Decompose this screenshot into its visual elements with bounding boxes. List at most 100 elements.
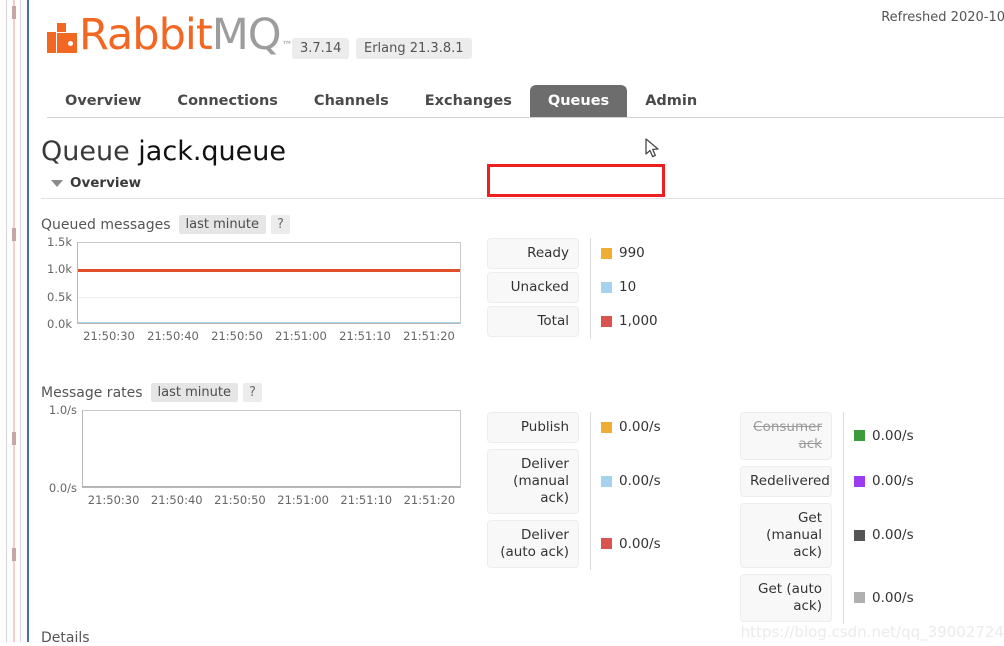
legend-row: Total 1,000 (487, 306, 658, 337)
message-rates-legend: Publish 0.00/s Deliver (manual ack) 0.00/s D… (487, 412, 997, 624)
page-title: Queue jack.queue (41, 136, 286, 167)
legend-row-value: 10 (601, 279, 636, 295)
chart-y-tick-label: 1.0/s (48, 403, 77, 417)
legend-row-label[interactable]: Redelivered (740, 466, 832, 497)
erlang-version-badge: Erlang 21.3.8.1 (356, 38, 472, 59)
queued-messages-range-chip[interactable]: last minute (178, 215, 266, 234)
legend-divider (590, 238, 591, 339)
legend-divider (590, 412, 591, 570)
legend-color-swatch (601, 281, 612, 293)
rabbitmq-logo[interactable]: Rabbit MQ ™ (47, 14, 293, 57)
overview-section-toggle[interactable]: Overview (51, 175, 141, 191)
legend-value-text: 0.00/s (619, 473, 661, 490)
legend-value-text: 10 (619, 279, 637, 296)
legend-color-swatch (854, 475, 865, 487)
logo-text-rabbit: Rabbit (79, 10, 213, 60)
legend-color-swatch (854, 430, 865, 442)
queued-messages-chart: 0.0k 0.5k 1.0k 1.5k 21:50:30 21:50:40 21:50:50… (41, 235, 461, 343)
legend-row-label[interactable]: Get (manual ack) (740, 503, 832, 568)
message-rates-help-icon[interactable]: ? (242, 383, 262, 402)
message-rates-range-chip[interactable]: last minute (150, 383, 238, 402)
legend-row-value: 0.00/s (854, 527, 914, 543)
edge-nub (12, 548, 16, 561)
legend-row-label[interactable]: Get (auto ack) (740, 574, 832, 622)
chart-gridline (78, 296, 460, 298)
legend-color-swatch (854, 592, 865, 604)
legend-row-label[interactable]: Unacked (487, 272, 579, 303)
main-navigation: Overview Connections Channels Exchanges Queu… (34, 78, 1004, 118)
legend-row-label[interactable]: Consumer ack (740, 412, 832, 460)
legend-value-text: 0.00/s (619, 419, 661, 436)
queued-messages-title: Queued messages (41, 216, 171, 233)
legend-color-swatch (854, 529, 865, 541)
legend-color-swatch (601, 475, 612, 487)
legend-row: Ready 990 (487, 238, 645, 269)
nav-tab-exchanges[interactable]: Exchanges (407, 85, 530, 119)
nav-tab-connections[interactable]: Connections (159, 85, 296, 119)
chart-x-tick-label: 21:50:50 (211, 329, 263, 343)
legend-row-label[interactable]: Ready (487, 238, 579, 269)
watermark: https://blog.csdn.net/qq_39002724 (740, 623, 1004, 641)
legend-row: Unacked 10 (487, 272, 636, 303)
browser-edge-strip (0, 0, 34, 642)
legend-divider (843, 412, 844, 624)
legend-value-text: 990 (619, 245, 645, 262)
chart-x-tick-label: 21:51:00 (275, 329, 327, 343)
legend-value-text: 0.00/s (619, 535, 661, 552)
app-header: Rabbit MQ ™ 3.7.14 Erlang 21.3.8.1 Refre… (34, 0, 1004, 78)
chart-x-tick-label: 21:50:30 (83, 329, 135, 343)
chart-series-line (83, 486, 460, 487)
legend-row: Publish 0.00/s (487, 412, 661, 443)
overview-divider (41, 198, 1004, 199)
chart-x-tick-label: 21:51:20 (403, 493, 456, 507)
legend-value-text: 0.00/s (872, 589, 914, 606)
legend-row: Get (manual ack) 0.00/s (740, 503, 914, 568)
nav-tab-channels[interactable]: Channels (296, 85, 407, 119)
nav-tab-admin[interactable]: Admin (627, 85, 715, 119)
legend-row: Get (auto ack) 0.00/s (740, 574, 914, 622)
nav-underline (47, 117, 1004, 118)
logo-trademark: ™ (281, 39, 293, 52)
chart-plot-area (82, 410, 461, 488)
refreshed-timestamp: Refreshed 2020-10 (881, 10, 1004, 25)
page-root: Rabbit MQ ™ 3.7.14 Erlang 21.3.8.1 Refre… (34, 0, 1004, 646)
chart-x-tick-label: 21:51:10 (340, 493, 393, 507)
chart-y-tick-label: 0.0k (47, 317, 72, 331)
mouse-cursor (645, 138, 661, 160)
legend-row-value: 0.00/s (854, 473, 914, 489)
chart-x-tick-label: 21:50:50 (214, 493, 266, 507)
chart-y-tick-label: 0.5k (47, 289, 72, 304)
queued-messages-help-icon[interactable]: ? (270, 215, 290, 234)
legend-value-text: 1,000 (619, 313, 658, 330)
legend-row-label[interactable]: Deliver (manual ack) (487, 449, 579, 514)
nav-tab-queues[interactable]: Queues (529, 84, 628, 118)
edge-line-1 (6, 0, 7, 642)
rabbitmq-logo-icon (47, 23, 77, 53)
legend-value-text: 0.00/s (872, 427, 914, 444)
chart-series-line (78, 322, 460, 323)
legend-row-label[interactable]: Deliver (auto ack) (487, 520, 579, 568)
chart-x-tick-label: 21:50:30 (87, 493, 140, 507)
legend-row: Consumer ack 0.00/s (740, 412, 914, 460)
annotation-highlight-box (487, 164, 665, 197)
edge-nub (12, 6, 16, 19)
edge-line-4 (27, 0, 29, 642)
legend-color-swatch (601, 421, 612, 433)
chart-x-tick-label: 21:51:10 (339, 329, 391, 343)
chart-y-tick-label: 1.5k (47, 235, 72, 249)
message-rates-heading: Message rates last minute ? (41, 383, 262, 402)
nav-tab-overview[interactable]: Overview (47, 85, 159, 119)
legend-value-text: 0.00/s (872, 527, 914, 544)
legend-row-value: 0.00/s (854, 590, 914, 606)
legend-row-label[interactable]: Publish (487, 412, 579, 443)
nav-tab-list: Overview Connections Channels Exchanges Queu… (47, 78, 715, 118)
broker-version-badge: 3.7.14 (292, 38, 350, 59)
legend-row: Redelivered 0.00/s (740, 466, 914, 497)
legend-row-label[interactable]: Total (487, 306, 579, 337)
legend-row-value: 0.00/s (601, 473, 661, 489)
chart-series-line (78, 268, 460, 272)
details-section-label[interactable]: Details (41, 630, 90, 646)
chart-x-tick-label: 21:50:40 (150, 493, 203, 507)
legend-color-swatch (601, 538, 612, 550)
edge-nub (12, 432, 16, 445)
